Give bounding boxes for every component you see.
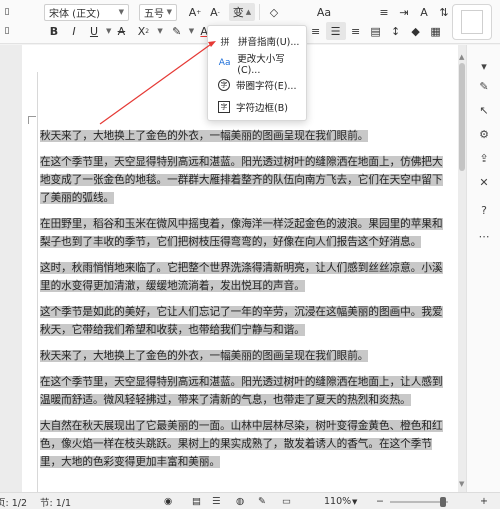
selected-text: 秋天来了，大地换上了金色的外衣，一幅美丽的图画呈现在我们眼前。 [40, 130, 369, 142]
selected-text: 这时，秋雨悄悄地来临了。它把整个世界洗涤得清新明亮，让人们感到丝丝凉意。小溪里的… [40, 262, 443, 292]
font-size-select[interactable]: 五号 ▼ [139, 3, 177, 21]
margin-guide [37, 72, 38, 492]
selected-text: 在这个季节里，天空显得特别高远和湛蓝。阳光透过树叶的缝隙洒在地面上，仿佛把大地变… [40, 156, 443, 204]
sort-icon[interactable]: ⇅ [434, 3, 454, 21]
paragraph[interactable]: 这时，秋雨悄悄地来临了。它把整个世界洗涤得清新明亮，让人们感到丝丝凉意。小溪里的… [40, 259, 444, 295]
margin-corner-mark [28, 116, 36, 124]
para-icon-2[interactable]: ⇥ [394, 3, 414, 21]
decrease-font-size-icon[interactable]: A- [205, 3, 225, 21]
change-case-icon: Aa [218, 58, 231, 68]
paragraph[interactable]: 在田野里，稻谷和玉米在微风中摇曳着，像海洋一样泛起金色的波浪。果园里的苹果和梨子… [40, 215, 444, 251]
scroll-down-icon[interactable]: ▼ [459, 480, 464, 488]
collapse-icon[interactable]: ▾ [475, 57, 493, 75]
share-icon[interactable]: ⇪ [475, 149, 493, 167]
status-bar: 页: 1/2 节: 1/1 ◉ ▤ ☰ ◍ ✎ ▭ 110% ▼ − + [0, 492, 500, 509]
phonetic-guide-icon: 拼 [220, 37, 230, 48]
chevron-down-icon: ▼ [166, 8, 172, 16]
align-left-icon[interactable]: ≡ [306, 22, 326, 40]
vertical-scrollbar[interactable] [459, 63, 465, 489]
paragraph[interactable]: 秋天来了，大地换上了金色的外衣，一幅美丽的图画呈现在我们眼前。 [40, 347, 444, 365]
zoom-in-icon[interactable]: + [480, 495, 488, 508]
zoom-level[interactable]: 110% [324, 495, 351, 508]
menu-item-phonetic-guide[interactable]: 拼 拼音指南(U)... [212, 31, 304, 51]
justify-icon[interactable]: ☰ [325, 22, 346, 40]
selected-text: 这个季节是如此的美好，它让人们忘记了一年的辛劳，沉浸在这幅美丽的图画中。我爱秋天… [40, 306, 443, 336]
strikethrough-icon[interactable]: A [111, 22, 131, 40]
style-preview [461, 10, 483, 34]
underline-icon[interactable]: U [84, 22, 104, 40]
menu-item-character-border[interactable]: 字 字符边框(B) [212, 97, 304, 117]
enclosed-character-icon: 字 [218, 79, 230, 91]
borders-icon[interactable]: ▦ [426, 22, 446, 40]
clear-format-icon[interactable]: ◇ [264, 3, 284, 21]
menu-item-change-case[interactable]: Aa 更改大小写(C)... [212, 53, 304, 76]
scroll-up-icon[interactable]: ▲ [459, 53, 464, 61]
zoom-slider-knob[interactable] [440, 497, 446, 507]
edit-icon[interactable]: ✎ [475, 77, 493, 95]
font-name-value: 宋体 (正文) [49, 8, 100, 20]
phonetic-guide-button[interactable]: 变 ▲ [229, 3, 255, 21]
align-right-icon[interactable]: ≡ [346, 22, 366, 40]
menu-item-label: 拼音指南(U)... [238, 37, 300, 48]
paragraph[interactable]: 这个季节是如此的美好，它让人们忘记了一年的辛劳，沉浸在这幅美丽的图画中。我爱秋天… [40, 303, 444, 339]
change-case-icon[interactable]: Aa [314, 3, 334, 21]
bold-icon[interactable]: B [44, 22, 64, 40]
zoom-out-icon[interactable]: − [376, 495, 384, 508]
section-indicator[interactable]: 节: 1/1 [40, 495, 71, 509]
help-icon[interactable]: ? [475, 201, 493, 219]
more-icon[interactable]: ⋯ [475, 227, 493, 245]
selected-text: 秋天来了，大地换上了金色的外衣，一幅美丽的图画呈现在我们眼前。 [40, 350, 369, 362]
outline-view-icon[interactable]: ☰ [212, 495, 221, 508]
character-border-icon: 字 [218, 101, 230, 113]
phonetic-guide-icon: 变 [232, 6, 244, 19]
scrollbar-thumb[interactable] [459, 63, 465, 171]
chevron-down-icon[interactable]: ▼ [352, 495, 357, 508]
paragraph[interactable]: 秋天来了，大地换上了金色的外衣，一幅美丽的图画呈现在我们眼前。 [40, 127, 444, 145]
selected-text: 在这个季节里，天空显得特别高远和湛蓝。阳光透过树叶的缝隙洒在地面上，让人感到温暖… [40, 376, 443, 406]
clipboard-icon[interactable]: ▯ [0, 22, 14, 40]
shading-icon[interactable]: ◆ [406, 22, 426, 40]
selected-text: 在田野里，稻谷和玉米在微风中摇曳着，像海洋一样泛起金色的波浪。果园里的苹果和梨子… [40, 218, 443, 248]
format-painter-icon[interactable]: ▯ [0, 3, 14, 21]
italic-icon[interactable]: I [64, 22, 84, 40]
phonetic-dropdown-menu: 拼 拼音指南(U)... Aa 更改大小写(C)... 字 带圈字符(E)...… [207, 25, 307, 121]
document-body[interactable]: 秋天来了，大地换上了金色的外衣，一幅美丽的图画呈现在我们眼前。 在这个季节里，天… [40, 127, 444, 479]
superscript-icon[interactable]: X2 [131, 22, 155, 40]
menu-item-enclosed-characters[interactable]: 字 带圈字符(E)... [212, 75, 304, 95]
divider [259, 4, 260, 20]
web-view-icon[interactable]: ◍ [236, 495, 244, 508]
distributed-icon[interactable]: ▤ [366, 22, 386, 40]
ribbon-row-1: ▯ 宋体 (正文) ▼ 五号 ▼ A+ A- 变▲ ◇ Aa ≡ ⇥ A ⇅ ¶ [0, 2, 474, 22]
paragraph[interactable]: 在这个季节里，天空显得特别高远和湛蓝。阳光透过树叶的缝隙洒在地面上，让人感到温暖… [40, 373, 444, 409]
write-mode-icon[interactable]: ✎ [258, 495, 266, 508]
highlight-icon[interactable]: ✎ [167, 22, 187, 40]
settings-sliders-icon[interactable]: ⚙ [475, 125, 493, 143]
page-indicator[interactable]: 页: 1/2 [0, 495, 27, 509]
menu-item-label: 带圈字符(E)... [236, 81, 297, 92]
tools-icon[interactable]: ✕ [475, 173, 493, 191]
menu-item-label: 更改大小写(C)... [237, 53, 285, 76]
font-size-value: 五号 [144, 8, 164, 20]
chevron-down-icon: ▼ [118, 8, 124, 16]
selected-text: 大自然在秋天展现出了它最美丽的一面。山林中层林尽染，树叶变得金黄色、橙色和红色，… [40, 420, 443, 468]
paragraph[interactable]: 在这个季节里，天空显得特别高远和湛蓝。阳光透过树叶的缝隙洒在地面上，仿佛把大地变… [40, 153, 444, 207]
para-icon-1[interactable]: ≡ [374, 3, 394, 21]
fit-icon[interactable]: ▭ [282, 495, 291, 508]
menu-item-label: 字符边框(B) [236, 103, 288, 114]
eye-icon[interactable]: ◉ [164, 495, 172, 508]
styles-gallery[interactable] [452, 4, 492, 40]
page-view-icon[interactable]: ▤ [192, 495, 201, 508]
chevron-down-icon: ▲ [245, 8, 252, 16]
font-name-select[interactable]: 宋体 (正文) ▼ [44, 3, 129, 21]
chevron-down-icon[interactable]: ▼ [157, 27, 162, 35]
line-spacing-icon[interactable]: ↕ [386, 22, 406, 40]
paragraph[interactable]: 大自然在秋天展现出了它最美丽的一面。山林中层林尽染，树叶变得金黄色、橙色和红色，… [40, 417, 444, 471]
select-icon[interactable]: ↖ [475, 101, 493, 119]
increase-font-size-icon[interactable]: A + [185, 3, 205, 21]
task-pane-rail: ▾ ✎ ↖ ⚙ ⇪ ✕ ? ⋯ [466, 45, 500, 492]
text-direction-icon[interactable]: A [414, 3, 434, 21]
